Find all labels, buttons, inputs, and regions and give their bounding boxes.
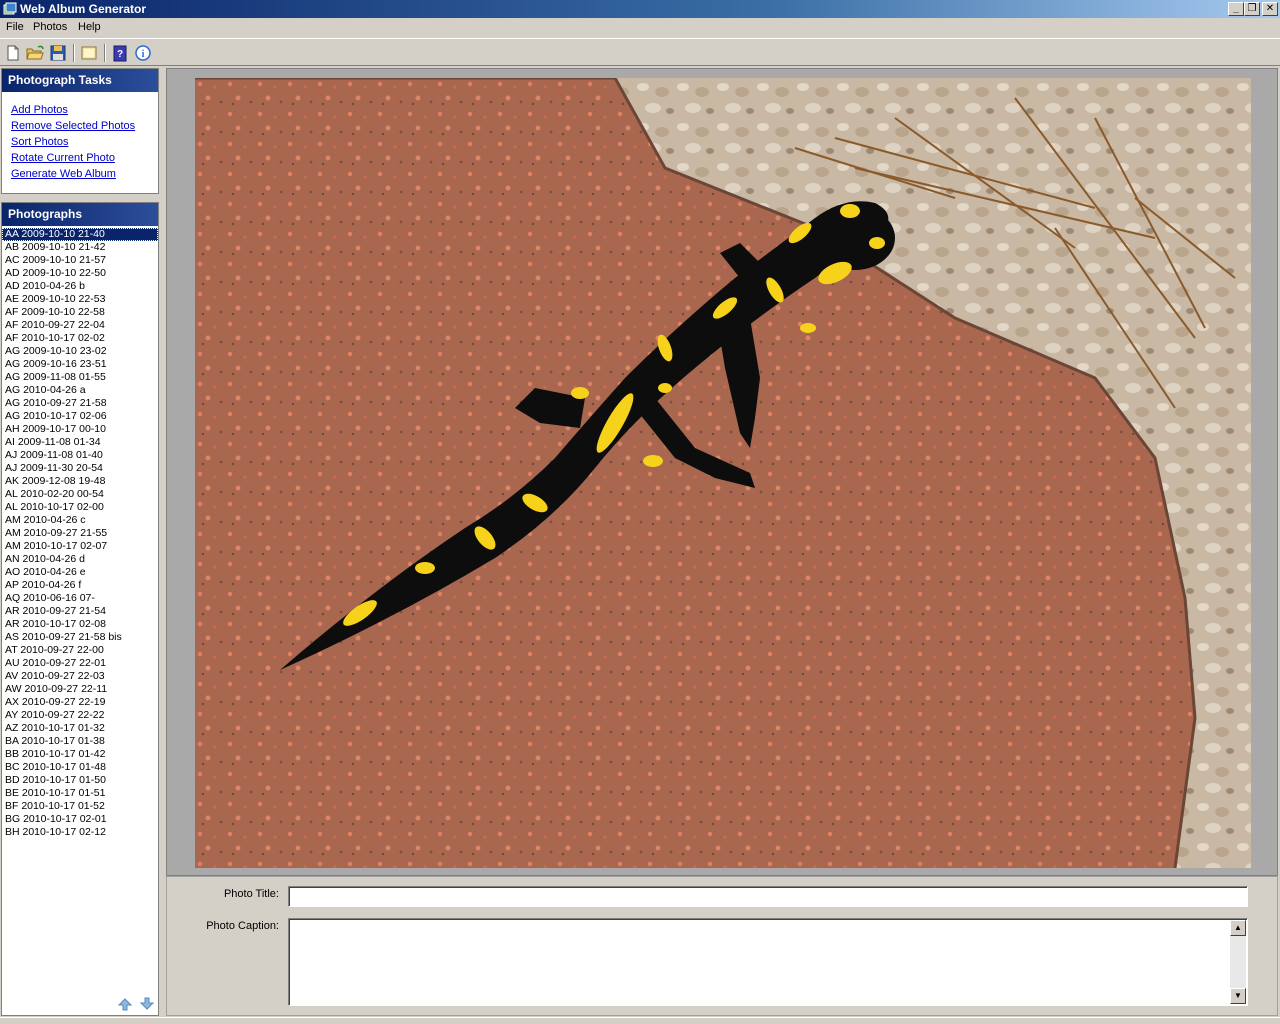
photo-viewer	[166, 68, 1278, 876]
photographs-panel: Photographs AA 2009-10-10 21-40 AB 2009-1…	[1, 202, 159, 1016]
photo-list-item[interactable]: AZ 2010-10-17 01-32	[2, 722, 158, 735]
window-title: Web Album Generator	[20, 2, 147, 16]
menu-bar: File Photos Help	[0, 18, 1280, 38]
photo-list-item[interactable]: AQ 2010-06-16 07-	[2, 592, 158, 605]
photo-list-item[interactable]: AW 2010-09-27 22-11	[2, 683, 158, 696]
photo-list-item[interactable]: BH 2010-10-17 02-12	[2, 826, 158, 839]
save-icon[interactable]	[48, 43, 68, 63]
photo-list-item[interactable]: AB 2009-10-10 21-42	[2, 241, 158, 254]
photo-list-item[interactable]: AR 2010-10-17 02-08	[2, 618, 158, 631]
photo-list-item[interactable]: AC 2009-10-10 21-57	[2, 254, 158, 267]
title-bar: Web Album Generator _ ❐ ✕	[0, 0, 1280, 18]
svg-text:i: i	[142, 49, 145, 60]
photo-list-item[interactable]: AK 2009-12-08 19-48	[2, 475, 158, 488]
photo-list-item[interactable]: AE 2009-10-10 22-53	[2, 293, 158, 306]
caption-scrollbar[interactable]: ▲ ▼	[1230, 920, 1246, 1004]
photo-list-item[interactable]: BE 2010-10-17 01-51	[2, 787, 158, 800]
photo-list-item[interactable]: AV 2010-09-27 22-03	[2, 670, 158, 683]
photo-list-item[interactable]: AJ 2009-11-30 20-54	[2, 462, 158, 475]
photo-list-item[interactable]: AF 2009-10-10 22-58	[2, 306, 158, 319]
task-links: Add Photos Remove Selected Photos Sort P…	[2, 92, 158, 182]
photo-list-item[interactable]: AN 2010-04-26 d	[2, 553, 158, 566]
photo-list-item[interactable]: AX 2010-09-27 22-19	[2, 696, 158, 709]
generate-web-album-link[interactable]: Generate Web Album	[11, 166, 158, 182]
photo-list-item[interactable]: AM 2010-04-26 c	[2, 514, 158, 527]
photo-list-item[interactable]: AF 2010-09-27 22-04	[2, 319, 158, 332]
photo-list-item[interactable]: AY 2010-09-27 22-22	[2, 709, 158, 722]
photo-list-item[interactable]: BD 2010-10-17 01-50	[2, 774, 158, 787]
photo-list-item[interactable]: AH 2009-10-17 00-10	[2, 423, 158, 436]
open-icon[interactable]	[25, 43, 45, 63]
photo-list-item[interactable]: AG 2009-10-16 23-51	[2, 358, 158, 371]
photo-list-item[interactable]: AO 2010-04-26 e	[2, 566, 158, 579]
close-button[interactable]: ✕	[1262, 2, 1278, 16]
photograph-tasks-panel: Photograph Tasks Add Photos Remove Selec…	[1, 68, 159, 194]
svg-text:?: ?	[117, 49, 123, 60]
photo-list-item[interactable]: AR 2010-09-27 21-54	[2, 605, 158, 618]
photo-list-item[interactable]: AD 2010-04-26 b	[2, 280, 158, 293]
photo-list-item[interactable]: BA 2010-10-17 01-38	[2, 735, 158, 748]
photo-list[interactable]: AA 2009-10-10 21-40 AB 2009-10-10 21-42 AC…	[2, 228, 158, 839]
photo-title-label: Photo Title:	[223, 888, 279, 900]
sort-photos-link[interactable]: Sort Photos	[11, 134, 158, 150]
photo-list-item[interactable]: AU 2010-09-27 22-01	[2, 657, 158, 670]
app-icon	[3, 2, 17, 15]
scroll-up-button[interactable]: ▲	[1230, 920, 1246, 936]
scroll-down-button[interactable]: ▼	[1230, 988, 1246, 1004]
photo-list-item[interactable]: AG 2010-04-26 a	[2, 384, 158, 397]
remove-selected-photos-link[interactable]: Remove Selected Photos	[11, 118, 158, 134]
photo-list-item[interactable]: BG 2010-10-17 02-01	[2, 813, 158, 826]
info-icon[interactable]: i	[133, 43, 153, 63]
minimize-button[interactable]: _	[1228, 2, 1244, 16]
tasks-header: Photograph Tasks	[2, 69, 158, 92]
photo-list-item[interactable]: AL 2010-10-17 02-00	[2, 501, 158, 514]
current-photo	[195, 78, 1251, 868]
photo-title-input[interactable]	[288, 886, 1248, 907]
restore-button[interactable]: ❐	[1244, 2, 1260, 16]
salamander-photo	[195, 78, 1251, 868]
photo-list-item[interactable]: AG 2009-10-10 23-02	[2, 345, 158, 358]
help-book-icon[interactable]: ?	[110, 43, 130, 63]
toolbar-separator	[73, 44, 75, 62]
rotate-current-photo-link[interactable]: Rotate Current Photo	[11, 150, 158, 166]
photographs-header: Photographs	[2, 203, 158, 226]
add-photos-link[interactable]: Add Photos	[11, 102, 158, 118]
menu-photos[interactable]: Photos	[33, 21, 67, 33]
photo-list-item[interactable]: AM 2010-09-27 21-55	[2, 527, 158, 540]
photo-list-item[interactable]: AJ 2009-11-08 01-40	[2, 449, 158, 462]
menu-help[interactable]: Help	[78, 21, 101, 33]
photo-list-item[interactable]: AA 2009-10-10 21-40	[2, 228, 158, 241]
photo-caption-label: Photo Caption:	[206, 920, 279, 932]
toolbar: ? i	[0, 38, 1280, 66]
photo-caption-textarea[interactable]	[288, 918, 1248, 1006]
photo-list-item[interactable]: BC 2010-10-17 01-48	[2, 761, 158, 774]
menu-file[interactable]: File	[6, 21, 24, 33]
photo-list-item[interactable]: AI 2009-11-08 01-34	[2, 436, 158, 449]
photo-list-item[interactable]: AG 2009-11-08 01-55	[2, 371, 158, 384]
photo-list-item[interactable]: AG 2010-10-17 02-06	[2, 410, 158, 423]
move-down-icon[interactable]	[139, 997, 155, 1011]
status-bar	[0, 1017, 1280, 1024]
photo-list-item[interactable]: AG 2010-09-27 21-58	[2, 397, 158, 410]
photo-list-item[interactable]: AT 2010-09-27 22-00	[2, 644, 158, 657]
toolbar-separator	[104, 44, 106, 62]
photo-list-item[interactable]: BF 2010-10-17 01-52	[2, 800, 158, 813]
photo-list-item[interactable]: BB 2010-10-17 01-42	[2, 748, 158, 761]
photo-list-item[interactable]: AS 2010-09-27 21-58 bis	[2, 631, 158, 644]
photo-list-item[interactable]: AM 2010-10-17 02-07	[2, 540, 158, 553]
photo-list-item[interactable]: AD 2009-10-10 22-50	[2, 267, 158, 280]
new-icon[interactable]	[3, 43, 23, 63]
photo-list-item[interactable]: AF 2010-10-17 02-02	[2, 332, 158, 345]
photo-list-item[interactable]: AP 2010-04-26 f	[2, 579, 158, 592]
image-icon[interactable]	[79, 43, 99, 63]
photo-list-item[interactable]: AL 2010-02-20 00-54	[2, 488, 158, 501]
photo-details-form: Photo Title: Photo Caption: ▲ ▼	[166, 876, 1278, 1016]
move-up-icon[interactable]	[117, 997, 133, 1011]
